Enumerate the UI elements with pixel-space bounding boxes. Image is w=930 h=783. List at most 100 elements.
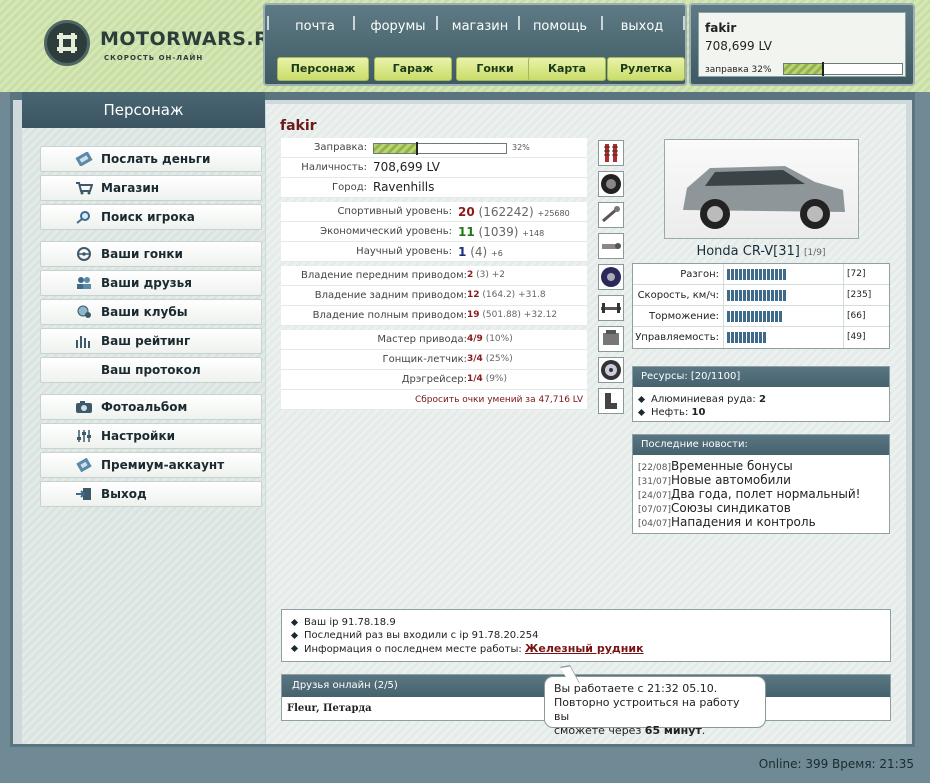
nav-link-help[interactable]: помощь xyxy=(525,19,595,34)
stat-bar-segment xyxy=(771,311,774,322)
nav-link-exit[interactable]: выход xyxy=(607,19,677,34)
seat-icon[interactable] xyxy=(598,388,624,414)
nav-button-roulette[interactable]: Рулетка xyxy=(607,57,685,81)
stat-bar-segment xyxy=(751,311,754,322)
tire-icon[interactable] xyxy=(598,171,624,197)
sidebar-item-exit[interactable]: Выход xyxy=(40,481,262,507)
nav-button-races[interactable]: Гонки xyxy=(456,57,534,81)
stat-bar-segment xyxy=(779,269,782,280)
skill-racer-pilot[interactable]: Гонщик-летчик: 3/4 (25%) xyxy=(281,350,587,370)
stat-front-drive: Владение передним приводом: 2 (3) +2 xyxy=(281,266,587,286)
footer-status: Online: 399 Время: 21:35 xyxy=(759,757,914,771)
resource-oil: Нефть: 10 xyxy=(633,406,889,419)
stat-bar-segment xyxy=(735,290,738,301)
last-ip: Последний раз вы входили с ip 91.78.20.2… xyxy=(286,629,886,642)
shocks-icon[interactable] xyxy=(598,140,624,166)
sidebar-item-label: Ваши клубы xyxy=(101,305,188,319)
stat-bar-segment xyxy=(779,290,782,301)
stat-city: Город: Ravenhills xyxy=(281,178,587,198)
sidebar-item-settings[interactable]: Настройки xyxy=(40,423,262,449)
stat-bar-segment xyxy=(743,290,746,301)
stat-bar-segment xyxy=(731,269,734,280)
car-image[interactable] xyxy=(664,139,859,239)
user-money: 708,699 LV xyxy=(705,39,773,53)
disc-icon[interactable] xyxy=(598,264,624,290)
nav-button-garage[interactable]: Гараж xyxy=(374,57,452,81)
logo[interactable]: MOTORWARS.RU СКОРОСТЬ ОН-ЛАЙН xyxy=(44,18,285,68)
nav-button-character[interactable]: Персонаж xyxy=(277,57,369,81)
resource-aluminum: Алюминиевая руда: 2 xyxy=(633,393,889,406)
sidebar-item-player-search[interactable]: Поиск игрока xyxy=(40,204,262,230)
sidebar-item-photo-album[interactable]: Фотоальбом xyxy=(40,394,262,420)
car-stat-braking: Торможение: [66] xyxy=(633,306,889,327)
stat-bar-segment xyxy=(759,332,762,343)
character-stats: Заправка: 32% Наличность: 708,699 LV Гор… xyxy=(281,138,587,410)
stat-all-wheel-drive: Владение полным приводом: 19 (501.88) +3… xyxy=(281,306,587,326)
nav-link-mail[interactable]: почта xyxy=(280,19,350,34)
news-item[interactable]: [07/07]Союзы синдикатов xyxy=(633,501,889,515)
car-stats: Разгон: [72] Скорость, км/ч: [235] Тормо… xyxy=(632,263,890,349)
exhaust-icon[interactable] xyxy=(598,233,624,259)
stat-bar-segment xyxy=(751,332,754,343)
stat-bar-segment xyxy=(747,290,750,301)
wheel-icon[interactable] xyxy=(598,357,624,383)
rating-icon xyxy=(76,336,90,348)
sidebar-item-shop[interactable]: Магазин xyxy=(40,175,262,201)
axle-icon[interactable] xyxy=(598,295,624,321)
news-panel: Последние новости: [22/08]Временные бону… xyxy=(632,434,890,534)
user-name[interactable]: fakir xyxy=(705,21,736,35)
sidebar-item-label: Поиск игрока xyxy=(101,210,195,224)
reset-skills-link[interactable]: Сбросить очки умений за 47,716 LV xyxy=(415,395,583,405)
stat-bar-segment xyxy=(739,332,742,343)
sidebar-item-label: Выход xyxy=(101,487,147,501)
current-ip: Ваш ip 91.78.18.9 xyxy=(286,616,886,629)
resources-panel: Ресурсы: [20/1100] Алюминиевая руда: 2 Н… xyxy=(632,366,890,422)
skill-drive-master[interactable]: Мастер привода: 4/9 (10%) xyxy=(281,330,587,350)
sidebar-item-your-protocol[interactable]: Ваш протокол xyxy=(40,357,262,383)
nav-button-map[interactable]: Карта xyxy=(528,57,606,81)
stat-bar-segment xyxy=(763,332,766,343)
stat-bar-segment xyxy=(759,290,762,301)
user-panel: fakir 708,699 LV заправка 32% xyxy=(689,3,915,86)
sidebar-item-send-money[interactable]: Послать деньги xyxy=(40,146,262,172)
sidebar-item-your-rating[interactable]: Ваш рейтинг xyxy=(40,328,262,354)
premium-icon xyxy=(76,458,92,472)
sidebar-item-label: Фотоальбом xyxy=(101,400,188,414)
stat-bar-segment xyxy=(731,290,734,301)
photo-icon xyxy=(76,401,92,413)
wrench-icon[interactable] xyxy=(598,202,624,228)
stat-bar-segment xyxy=(755,311,758,322)
sidebar-item-your-races[interactable]: Ваши гонки xyxy=(40,241,262,267)
stat-bar-segment xyxy=(779,311,782,322)
stat-bar-segment xyxy=(767,290,770,301)
nav-link-shop[interactable]: магазин xyxy=(445,19,515,34)
sidebar-item-label: Магазин xyxy=(101,181,160,195)
stat-bar-segment xyxy=(735,311,738,322)
news-item[interactable]: [22/08]Временные бонусы xyxy=(633,459,889,473)
stat-bar-segment xyxy=(759,311,762,322)
news-item[interactable]: [31/07]Новые автомобили xyxy=(633,473,889,487)
stat-bar-segment xyxy=(747,269,750,280)
sidebar-item-your-clubs[interactable]: Ваши клубы xyxy=(40,299,262,325)
news-item[interactable]: [24/07]Два года, полет нормальный! xyxy=(633,487,889,501)
sidebar-item-label: Премиум-аккаунт xyxy=(101,458,225,472)
car-stat-acceleration: Разгон: [72] xyxy=(633,264,889,285)
stat-bar-segment xyxy=(727,269,730,280)
news-item[interactable]: [04/07]Нападения и контроль xyxy=(633,515,889,529)
stat-cash: Наличность: 708,699 LV xyxy=(281,158,587,178)
stat-bar-segment xyxy=(775,269,778,280)
stat-bar-segment xyxy=(731,311,734,322)
logo-title: MOTORWARS.RU xyxy=(100,28,286,50)
stat-rear-drive: Владение задним приводом: 12 (164.2) +31… xyxy=(281,286,587,306)
work-place-link[interactable]: Железный рудник xyxy=(525,642,644,655)
engine-icon[interactable] xyxy=(598,326,624,352)
skill-drag-racer[interactable]: Дрэгрейсер: 1/4 (9%) xyxy=(281,370,587,390)
sidebar-item-your-friends[interactable]: Ваши друзья xyxy=(40,270,262,296)
stat-bar-segment xyxy=(783,290,786,301)
session-info: Ваш ip 91.78.18.9 Последний раз вы входи… xyxy=(281,609,891,662)
fuel-percent: 32% xyxy=(512,143,530,152)
sidebar: Послать деньги Магазин Поиск игрока Ваши… xyxy=(22,128,265,744)
nav-link-forums[interactable]: форумы xyxy=(363,19,433,34)
sidebar-item-premium[interactable]: Премиум-аккаунт xyxy=(40,452,262,478)
stat-bar-segment xyxy=(763,269,766,280)
